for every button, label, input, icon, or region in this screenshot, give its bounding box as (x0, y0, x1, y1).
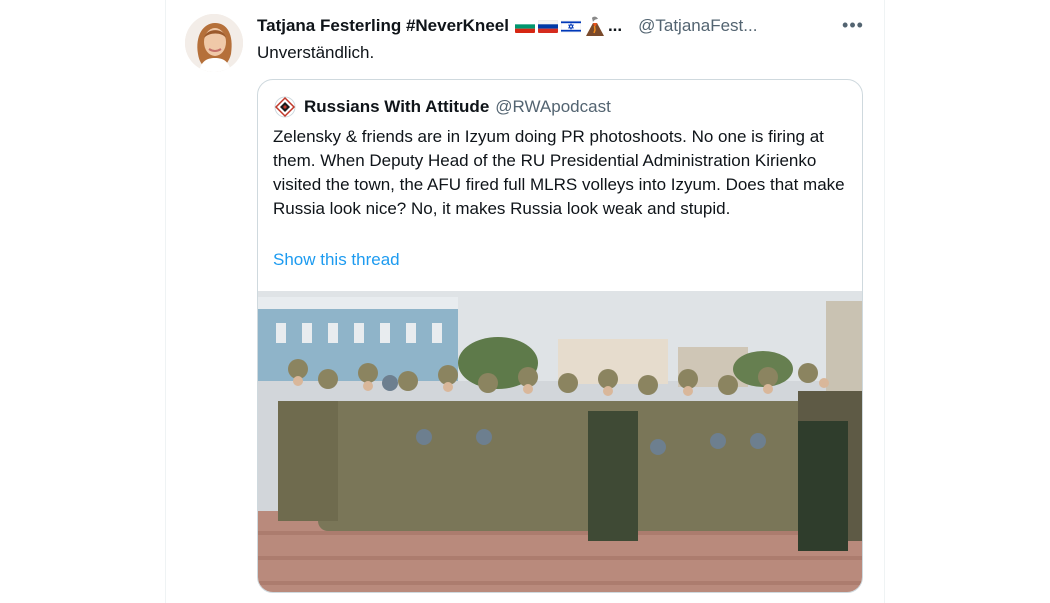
rwa-logo-icon[interactable] (274, 96, 296, 118)
name-truncation: ... (607, 16, 623, 35)
name-emoji-group (514, 16, 606, 36)
author-display-name[interactable]: Tatjana Festerling #NeverKneel (257, 16, 509, 36)
show-thread-link[interactable]: Show this thread (273, 250, 400, 270)
quoted-tweet-text: Zelensky & friends are in Izyum doing PR… (273, 127, 845, 218)
volcano-icon (584, 16, 606, 36)
timeline-left-border (165, 0, 166, 603)
timeline-right-border (884, 0, 885, 603)
quoted-tweet-card[interactable]: Russians With Attitude @RWApodcast Zelen… (257, 79, 863, 593)
israel-flag-icon (560, 19, 581, 33)
quoted-display-name[interactable]: Russians With Attitude (304, 97, 489, 117)
author-avatar[interactable] (185, 14, 243, 72)
more-options-icon[interactable]: ••• (842, 14, 864, 36)
author-handle[interactable]: @TatjanaFest... (638, 16, 757, 36)
quoted-tweet-header: Russians With Attitude @RWApodcast (274, 96, 611, 118)
quoted-handle[interactable]: @RWApodcast (495, 97, 611, 117)
tweet-text: Unverständlich. (257, 43, 375, 62)
tweet-header: Tatjana Festerling #NeverKneel ... @Tatj… (257, 14, 757, 38)
russia-flag-icon (537, 19, 558, 33)
quoted-tweet-photo[interactable] (258, 291, 862, 592)
bulgaria-flag-icon (514, 19, 535, 33)
